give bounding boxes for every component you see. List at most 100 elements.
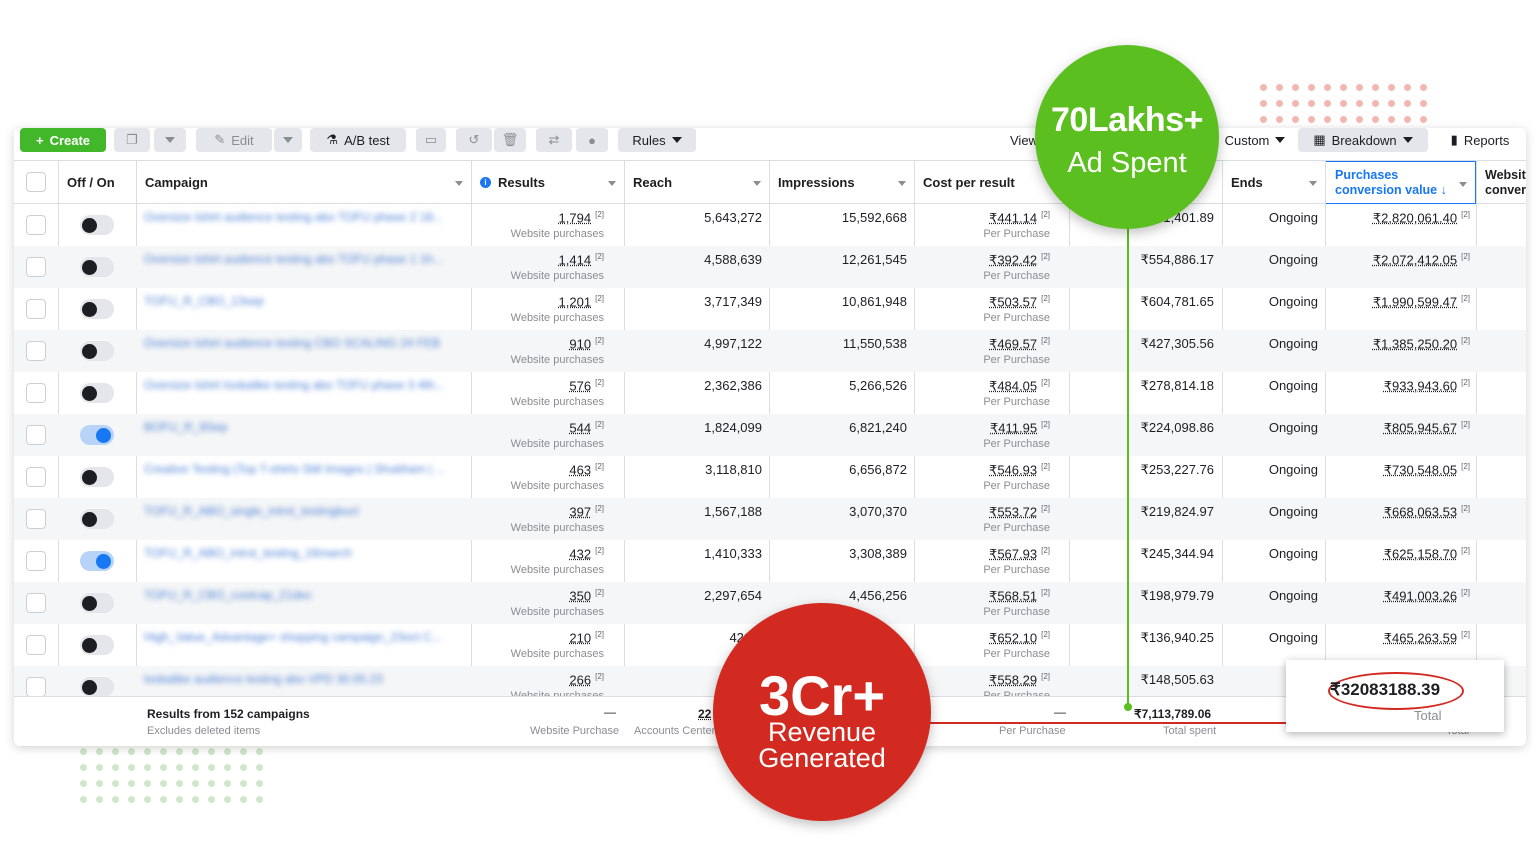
dot bbox=[256, 780, 263, 787]
reach-value: 2,297,654 bbox=[704, 588, 762, 603]
undo-icon: ↺ bbox=[468, 132, 480, 147]
campaign-toggle[interactable] bbox=[80, 341, 114, 361]
reports-button[interactable]: ▮ Reports bbox=[1434, 128, 1526, 152]
row-checkbox[interactable] bbox=[26, 509, 46, 529]
campaign-toggle[interactable] bbox=[80, 425, 114, 445]
duplicate-dropdown[interactable] bbox=[154, 128, 186, 152]
rules-button[interactable]: Rules bbox=[618, 128, 696, 152]
results-value: 544 [2] bbox=[569, 420, 604, 436]
duplicate-button[interactable]: ❐ bbox=[114, 128, 150, 152]
row-checkbox[interactable] bbox=[26, 467, 46, 487]
toggle-knob bbox=[96, 428, 111, 443]
clipboard-button[interactable]: ▭ bbox=[416, 128, 446, 152]
campaign-name-link[interactable]: Creative Testing (Top T-shirts Still Ima… bbox=[144, 462, 462, 476]
create-button[interactable]: + Create bbox=[20, 128, 106, 152]
row-checkbox[interactable] bbox=[26, 299, 46, 319]
plus-icon: + bbox=[35, 132, 44, 148]
dot bbox=[1292, 100, 1299, 107]
impressions-value: 3,070,370 bbox=[849, 504, 907, 519]
trash-icon: 🗑 bbox=[501, 132, 519, 147]
campaign-name-link[interactable]: TOFU_R_CBO_13sep bbox=[144, 294, 462, 308]
row-checkbox[interactable] bbox=[26, 341, 46, 361]
edit-dropdown[interactable] bbox=[274, 128, 302, 152]
tag-button[interactable]: ● bbox=[576, 128, 608, 152]
table-row[interactable]: Oversize tshirt audience testing abo TOF… bbox=[14, 246, 1526, 288]
select-all-checkbox[interactable] bbox=[26, 172, 46, 192]
table-row[interactable]: BOFU_R_8Sep 544 [2] Website purchases 1,824,… bbox=[14, 414, 1526, 456]
row-checkbox[interactable] bbox=[26, 635, 46, 655]
campaign-name-link[interactable]: BOFU_R_8Sep bbox=[144, 420, 462, 434]
campaign-name-link[interactable]: TOFU_R_CBO_costcap_21dec bbox=[144, 588, 462, 602]
row-checkbox[interactable] bbox=[26, 383, 46, 403]
dot bbox=[224, 764, 231, 771]
custom-dropdown[interactable]: Custom bbox=[1214, 128, 1296, 152]
table-row[interactable]: Creative Testing (Top T-shirts Still Ima… bbox=[14, 456, 1526, 498]
header-impressions[interactable]: Impressions bbox=[769, 161, 914, 204]
row-checkbox[interactable] bbox=[26, 215, 46, 235]
view-label[interactable]: View bbox=[1010, 128, 1038, 152]
campaign-name-link[interactable]: lookalike audience testing abo VPD 30.05… bbox=[144, 672, 462, 686]
ab-test-button[interactable]: ⚗ A/B test bbox=[310, 128, 406, 152]
campaign-toggle[interactable] bbox=[80, 677, 114, 697]
delete-button[interactable]: 🗑 bbox=[494, 128, 526, 152]
campaign-toggle[interactable] bbox=[80, 593, 114, 613]
campaign-name-link[interactable]: Oversize tshirt audience testing abo TOF… bbox=[144, 210, 462, 224]
dot bbox=[112, 748, 119, 755]
campaign-name-link[interactable]: High_Value_Advantage+ shopping campaign_… bbox=[144, 630, 462, 644]
results-value: 910 [2] bbox=[569, 336, 604, 352]
ad-spent-amount: 70Lakhs+ bbox=[1051, 101, 1203, 139]
reach-value: 1,410,333 bbox=[704, 546, 762, 561]
breakdown-button[interactable]: ▦ Breakdown bbox=[1298, 128, 1428, 152]
campaign-toggle[interactable] bbox=[80, 509, 114, 529]
share-button[interactable]: ⇄ bbox=[536, 128, 572, 152]
cost-per-result-sub: Per Purchase bbox=[983, 396, 1050, 408]
campaign-toggle[interactable] bbox=[80, 467, 114, 487]
table-row[interactable]: Oversize tshirt audience testing abo TOF… bbox=[14, 204, 1526, 246]
campaign-toggle[interactable] bbox=[80, 383, 114, 403]
purchase-conversion-value: ₹668,063.53 [2] bbox=[1383, 504, 1470, 520]
table-row[interactable]: Oversize tshirt lookalike testing abo TO… bbox=[14, 372, 1526, 414]
info-marker: [2] bbox=[595, 336, 604, 345]
campaign-toggle[interactable] bbox=[80, 257, 114, 277]
table-row[interactable]: TOFU_R_ABO_intrst_testing_16march 432 [2] W… bbox=[14, 540, 1526, 582]
header-ends[interactable]: Ends bbox=[1222, 161, 1325, 204]
header-reach[interactable]: Reach bbox=[624, 161, 769, 204]
campaign-toggle[interactable] bbox=[80, 635, 114, 655]
stage: + Create ❐ ✎ Edit ⚗ A/B test ▭ ↺ 🗑 ⇄ ● R… bbox=[0, 0, 1536, 864]
campaign-toggle[interactable] bbox=[80, 215, 114, 235]
campaign-name-link[interactable]: Oversize tshirt lookalike testing abo TO… bbox=[144, 378, 462, 392]
results-value: 350 [2] bbox=[569, 588, 604, 604]
edit-button[interactable]: ✎ Edit bbox=[196, 128, 272, 152]
ends-value: Ongoing bbox=[1268, 630, 1318, 645]
campaign-name-link[interactable]: TOFU_R_ABO_intrst_testing_16march bbox=[144, 546, 462, 560]
undo-button[interactable]: ↺ bbox=[456, 128, 492, 152]
header-off-on[interactable]: Off / On bbox=[58, 161, 136, 204]
campaign-name-link[interactable]: Oversize tshirt audience testing CBO SCA… bbox=[144, 336, 462, 350]
amount-spent-value: ₹427,305.56 bbox=[1140, 336, 1214, 351]
row-checkbox[interactable] bbox=[26, 593, 46, 613]
campaign-name-link[interactable]: TOFU_R_ABO_single_intrst_testingbucl bbox=[144, 504, 462, 518]
toggle-knob bbox=[82, 596, 97, 611]
table-row[interactable]: TOFU_R_CBO_13sep 1,201 [2] Website purchase… bbox=[14, 288, 1526, 330]
header-website-conversion[interactable]: Websit conver bbox=[1476, 161, 1526, 204]
header-purchases-conversion-value[interactable]: Purchases conversion value ↓ bbox=[1325, 161, 1476, 204]
summary-results: — bbox=[604, 705, 616, 719]
revenue-badge: 3Cr+ Revenue Generated bbox=[713, 603, 931, 821]
campaign-toggle[interactable] bbox=[80, 299, 114, 319]
header-results[interactable]: i Results bbox=[471, 161, 624, 204]
row-checkbox[interactable] bbox=[26, 551, 46, 571]
dot bbox=[1404, 116, 1411, 123]
purchase-conversion-value: ₹933,943.60 [2] bbox=[1383, 378, 1470, 394]
ad-spent-connector-dot bbox=[1124, 703, 1132, 711]
table-row[interactable]: TOFU_R_ABO_single_intrst_testingbucl 397[… bbox=[14, 498, 1526, 540]
table-row[interactable]: Oversize tshirt audience testing CBO SCA… bbox=[14, 330, 1526, 372]
row-checkbox[interactable] bbox=[26, 677, 46, 697]
row-checkbox[interactable] bbox=[26, 257, 46, 277]
impressions-value: 10,861,948 bbox=[841, 294, 907, 309]
header-campaign[interactable]: Campaign bbox=[136, 161, 471, 204]
row-checkbox[interactable] bbox=[26, 425, 46, 445]
info-marker: [2] bbox=[1461, 420, 1470, 429]
summary-reach-sub: Accounts Center bbox=[634, 725, 716, 737]
campaign-toggle[interactable] bbox=[80, 551, 114, 571]
campaign-name-link[interactable]: Oversize tshirt audience testing abo TOF… bbox=[144, 252, 462, 266]
